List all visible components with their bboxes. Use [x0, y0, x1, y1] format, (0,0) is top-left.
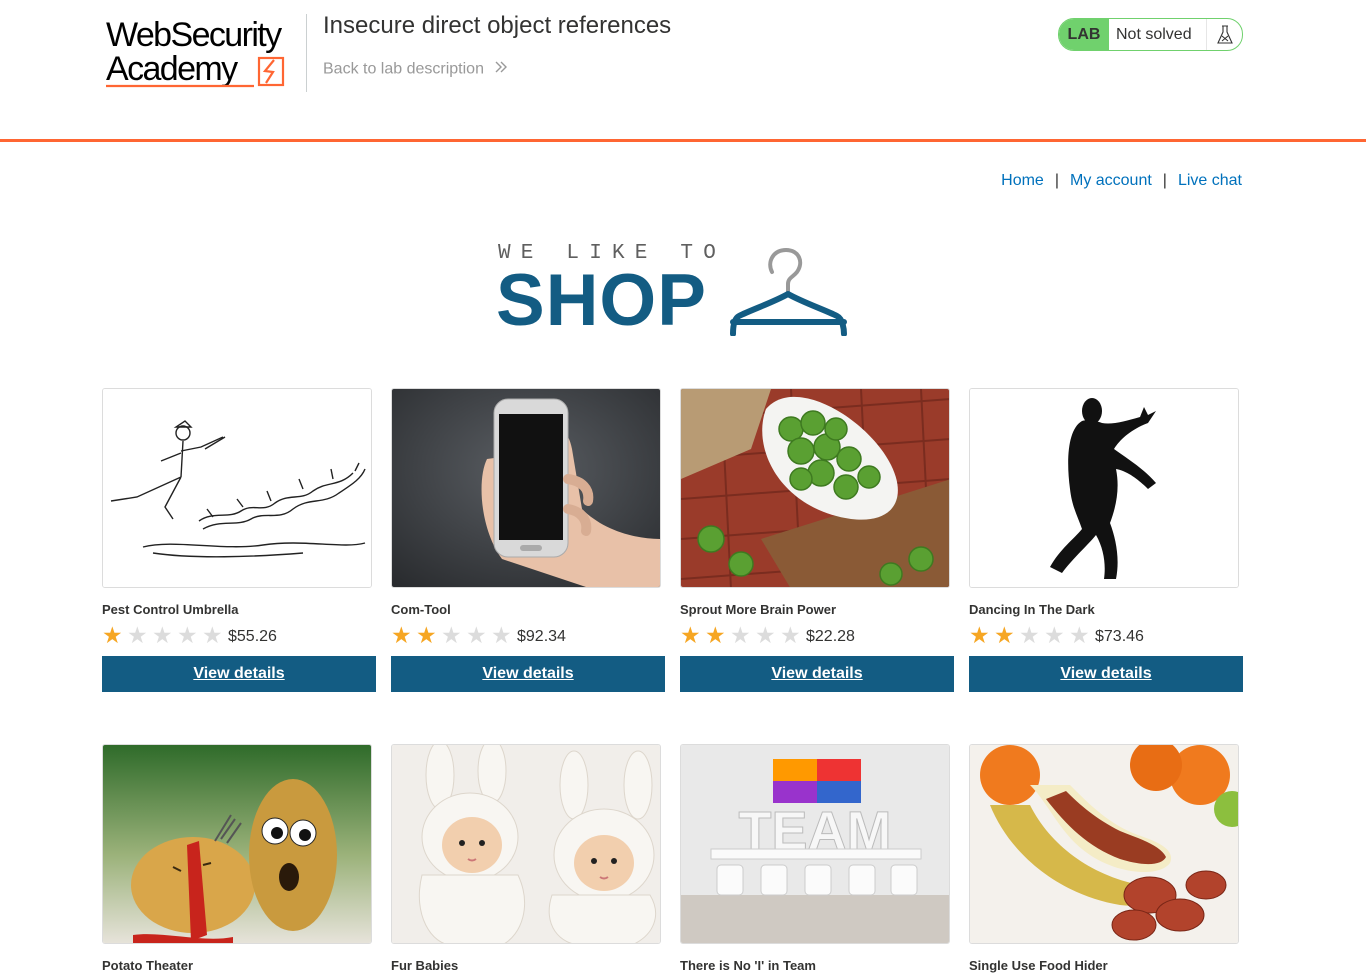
star-icon: ★ [491, 622, 512, 648]
product-name: Com-Tool [391, 602, 451, 617]
web-security-academy-logo[interactable]: WebSecurity Academy [104, 14, 308, 92]
view-details-button[interactable]: View details [969, 656, 1243, 692]
star-rating: ★ ★ ★ ★ ★ [680, 622, 805, 648]
star-icon: ★ [705, 622, 726, 648]
academy-header: WebSecurity Academy Insecure direct obje… [0, 0, 1366, 142]
product-rating-row: ★ ★ ★ ★ ★ $55.26 [102, 622, 377, 648]
product-card: Single Use Food Hider [969, 744, 1244, 973]
product-image-dancer-silhouette [969, 388, 1239, 588]
lab-title: Insecure direct object references [323, 12, 672, 39]
star-icon: ★ [755, 622, 776, 648]
product-price: $22.28 [806, 628, 855, 645]
product-name: Potato Theater [102, 958, 194, 973]
star-icon: ★ [416, 622, 437, 648]
star-icon: ★ [102, 622, 123, 648]
lab-badge: LAB [1059, 19, 1109, 50]
view-details-button[interactable]: View details [102, 656, 376, 692]
top-nav: Home | My account | Live chat [1001, 172, 1242, 190]
product-price: $92.34 [517, 628, 566, 645]
shop-word: SHOP [496, 260, 707, 341]
product-image-babies-in-bunny-hats [391, 744, 661, 944]
product-name: Fur Babies [391, 958, 459, 973]
product-image-team-meeting-room: TEAM [680, 744, 950, 944]
product-image-umbrella-sketch [102, 388, 372, 588]
product-image-banana-sausage [969, 744, 1239, 944]
product-image-potatoes [102, 744, 372, 944]
star-rating: ★ ★ ★ ★ ★ [102, 622, 227, 648]
product-image-phone-in-hand [391, 388, 661, 588]
product-card: Potato Theater [102, 744, 377, 973]
flask-icon [1206, 19, 1242, 50]
star-icon: ★ [1019, 622, 1040, 648]
lab-status-text: Not solved [1116, 25, 1192, 43]
double-chevron-right-icon [494, 60, 508, 79]
nav-separator: | [1162, 172, 1167, 189]
view-details-button[interactable]: View details [391, 656, 665, 692]
product-card: Com-Tool ★ ★ ★ ★ ★ $92.34 View details [391, 388, 666, 692]
star-rating: ★ ★ ★ ★ ★ [969, 622, 1094, 648]
product-rating-row: ★ ★ ★ ★ ★ $73.46 [969, 622, 1244, 648]
star-icon: ★ [391, 622, 412, 648]
star-icon: ★ [202, 622, 223, 648]
nav-separator: | [1054, 172, 1059, 189]
clothes-hanger-icon [730, 247, 847, 336]
star-icon: ★ [1044, 622, 1065, 648]
star-icon: ★ [441, 622, 462, 648]
star-icon: ★ [994, 622, 1015, 648]
product-card: Pest Control Umbrella ★ ★ ★ ★ ★ $55.26 V… [102, 388, 377, 692]
view-details-button[interactable]: View details [680, 656, 954, 692]
nav-home-link[interactable]: Home [1001, 172, 1044, 189]
product-name: Single Use Food Hider [969, 958, 1108, 973]
star-icon: ★ [969, 622, 990, 648]
star-icon: ★ [780, 622, 801, 648]
star-icon: ★ [177, 622, 198, 648]
logo-divider [306, 14, 307, 92]
product-name: Dancing In The Dark [969, 602, 1095, 617]
product-card: TEAM There is No 'I' in Team [680, 744, 955, 973]
product-rating-row: ★ ★ ★ ★ ★ $22.28 [680, 622, 955, 648]
star-icon: ★ [730, 622, 751, 648]
star-icon: ★ [680, 622, 701, 648]
nav-live-chat-link[interactable]: Live chat [1178, 172, 1242, 189]
star-icon: ★ [466, 622, 487, 648]
product-card: Sprout More Brain Power ★ ★ ★ ★ ★ $22.28… [680, 388, 955, 692]
star-icon: ★ [152, 622, 173, 648]
product-name: Pest Control Umbrella [102, 602, 239, 617]
product-price: $73.46 [1095, 628, 1144, 645]
nav-my-account-link[interactable]: My account [1070, 172, 1152, 189]
star-icon: ★ [127, 622, 148, 648]
product-name: There is No 'I' in Team [680, 958, 816, 973]
product-image-brussels-sprouts [680, 388, 950, 588]
star-icon: ★ [1069, 622, 1090, 648]
shop-logo-banner: WE LIKE TO SHOP [496, 238, 852, 338]
back-link-label: Back to lab description [323, 60, 484, 78]
product-price: $55.26 [228, 628, 277, 645]
product-rating-row: ★ ★ ★ ★ ★ $92.34 [391, 622, 666, 648]
back-to-lab-description-link[interactable]: Back to lab description [323, 60, 508, 79]
logo-bolt-icon [106, 56, 285, 88]
product-card: Fur Babies [391, 744, 666, 973]
product-card: Dancing In The Dark ★ ★ ★ ★ ★ $73.46 Vie… [969, 388, 1244, 692]
lab-status-widget: LAB Not solved [1058, 18, 1243, 51]
star-rating: ★ ★ ★ ★ ★ [391, 622, 516, 648]
product-name: Sprout More Brain Power [680, 602, 837, 617]
